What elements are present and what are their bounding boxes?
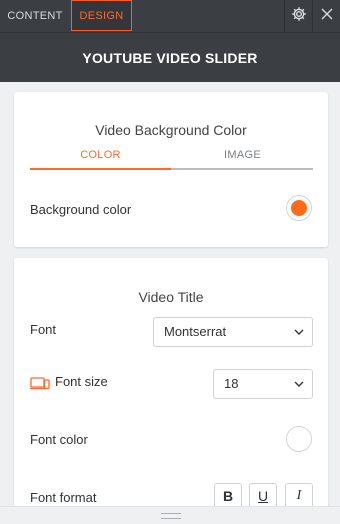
subtab-color[interactable]: COLOR (30, 149, 171, 161)
font-select[interactable]: Montserrat (153, 317, 313, 347)
close-button[interactable] (312, 0, 340, 32)
font-size-label: Font size (55, 374, 108, 389)
subtab-divider (171, 168, 313, 170)
font-size-value: 18 (224, 376, 239, 391)
responsive-devices-icon[interactable] (30, 377, 50, 395)
font-color-picker[interactable] (286, 426, 312, 452)
active-subtab-indicator (30, 168, 171, 170)
background-color-picker[interactable] (286, 195, 312, 221)
subtab-image[interactable]: IMAGE (172, 149, 313, 161)
top-actions (284, 0, 340, 32)
top-tab-bar: CONTENT DESIGN (0, 0, 340, 32)
background-subtabs: COLOR IMAGE (30, 149, 313, 171)
panel-title: YOUTUBE VIDEO SLIDER (82, 50, 258, 66)
font-color-label: Font color (30, 432, 88, 447)
video-title-card: Video Title Font Montserrat Font size 18… (14, 258, 328, 524)
chevron-down-icon (294, 318, 304, 346)
panel-header: YOUTUBE VIDEO SLIDER (0, 32, 340, 82)
color-swatch-dot (291, 200, 307, 216)
settings-button[interactable] (284, 0, 312, 32)
font-format-label: Font format (30, 490, 97, 505)
tab-design[interactable]: DESIGN (71, 0, 132, 31)
background-color-card: Video Background Color COLOR IMAGE Backg… (14, 92, 328, 247)
tab-content[interactable]: CONTENT (0, 0, 70, 32)
resize-grip-icon (161, 513, 181, 519)
close-icon (320, 7, 334, 26)
gear-icon (291, 6, 307, 27)
section-title: Video Background Color (95, 122, 247, 138)
font-size-select[interactable]: 18 (213, 369, 313, 399)
background-color-label: Background color (30, 202, 132, 217)
section-title: Video Title (138, 289, 204, 305)
chevron-down-icon (294, 370, 304, 398)
font-select-value: Montserrat (164, 324, 227, 339)
font-label: Font (30, 322, 57, 337)
resize-handle[interactable] (0, 506, 340, 524)
